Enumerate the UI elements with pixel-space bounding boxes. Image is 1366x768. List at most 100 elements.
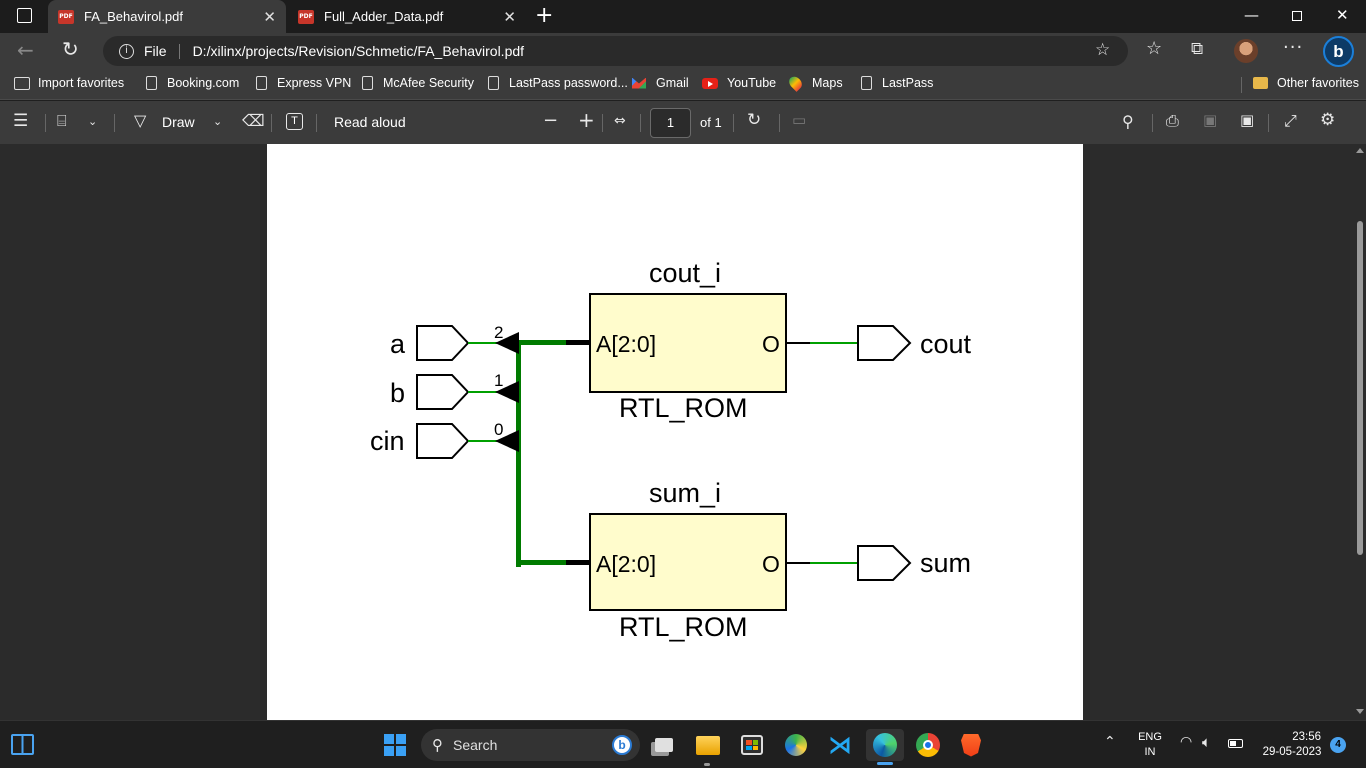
edge-dev-icon[interactable] — [780, 729, 812, 761]
vscode-icon[interactable]: ⋊ — [824, 729, 856, 761]
favorite-maps[interactable]: Maps — [786, 74, 843, 92]
page-icon — [861, 76, 872, 90]
input-port-a[interactable]: a 2 — [390, 323, 519, 361]
close-tab-icon[interactable]: ✕ — [263, 8, 276, 26]
taskbar-search[interactable]: ⚲ Search b — [421, 729, 640, 761]
block-type-label: RTL_ROM — [619, 612, 748, 642]
minimize-icon[interactable]: — — [1244, 6, 1259, 24]
tab-fa-behavirol[interactable]: PDF FA_Behavirol.pdf ✕ — [48, 0, 286, 33]
tab-bar: PDF FA_Behavirol.pdf ✕ PDF Full_Adder_Da… — [0, 0, 1366, 33]
favorite-lastpass-password[interactable]: LastPass password... — [488, 76, 628, 90]
favorite-booking[interactable]: Booking.com — [146, 76, 239, 90]
wifi-icon[interactable]: ◠ — [1180, 734, 1192, 750]
chevron-up-icon[interactable]: ⌃ — [1104, 734, 1116, 750]
divider — [1152, 114, 1153, 132]
battery-icon[interactable] — [1228, 739, 1243, 748]
rom-block-cout[interactable]: cout_i A[2:0] O RTL_ROM — [589, 258, 787, 423]
divider — [271, 114, 272, 132]
draw-button[interactable]: Draw — [162, 114, 195, 130]
page-number-input[interactable]: 1 — [650, 108, 691, 138]
profile-avatar[interactable] — [1234, 39, 1258, 63]
tab-actions-icon[interactable] — [17, 8, 32, 23]
divider — [1268, 114, 1269, 132]
output-port-cout[interactable]: cout — [786, 325, 972, 361]
chrome-icon[interactable] — [912, 729, 944, 761]
favorite-lastpass[interactable]: LastPass — [861, 76, 933, 90]
zoom-in-icon[interactable]: + — [578, 108, 595, 132]
input-port-b[interactable]: b 1 — [390, 371, 519, 410]
file-explorer-icon[interactable] — [692, 729, 724, 761]
favorite-import[interactable]: Import favorites — [14, 76, 124, 90]
task-view-icon[interactable] — [648, 729, 680, 761]
other-favorites[interactable]: Other favorites — [1253, 76, 1359, 90]
scroll-thumb[interactable] — [1357, 221, 1363, 555]
microsoft-store-icon[interactable] — [736, 729, 768, 761]
zoom-out-icon[interactable]: − — [543, 110, 558, 131]
print-icon[interactable]: ⎙ — [1166, 111, 1179, 131]
input-port-cin[interactable]: cin 0 — [370, 420, 519, 459]
more-icon[interactable]: ··· — [1283, 37, 1303, 58]
brave-icon[interactable] — [955, 729, 987, 761]
url-divider — [179, 44, 180, 59]
eraser-icon[interactable]: ⌫ — [242, 111, 265, 130]
close-window-icon[interactable]: ✕ — [1336, 6, 1349, 24]
pin-label-o: O — [762, 551, 780, 577]
collections-icon[interactable]: ⧉ — [1191, 39, 1203, 59]
output-port-sum[interactable]: sum — [786, 545, 971, 581]
favorite-youtube[interactable]: YouTube — [702, 76, 776, 90]
bing-icon: b — [612, 735, 632, 755]
text-icon[interactable]: T — [286, 113, 303, 130]
rotate-icon[interactable]: ↻ — [747, 110, 761, 130]
chevron-down-icon[interactable]: ⌄ — [88, 115, 97, 128]
contents-icon[interactable]: ☰ — [13, 111, 28, 131]
refresh-icon[interactable]: ↻ — [62, 37, 79, 61]
instance-label-cout-i: cout_i — [649, 258, 721, 288]
save-icon[interactable]: ▣ — [1203, 111, 1217, 129]
favorite-express-vpn[interactable]: Express VPN — [256, 76, 351, 90]
page-total: of 1 — [700, 115, 722, 130]
input-label-b: b — [390, 378, 405, 408]
highlight-icon[interactable]: ⌸ — [57, 111, 67, 131]
close-tab-icon[interactable]: ✕ — [503, 8, 516, 26]
chevron-down-icon[interactable]: ⌄ — [213, 115, 222, 128]
divider — [779, 114, 780, 132]
divider — [733, 114, 734, 132]
url-scheme: File — [144, 43, 167, 59]
taskbar: ⚲ Search b ⋊ ⌃ ENG IN ◠ 🔈︎ 23:56 29-05-2… — [0, 720, 1366, 768]
add-favorite-icon[interactable]: ☆ — [1095, 40, 1110, 60]
language-indicator[interactable]: ENG IN — [1135, 730, 1165, 760]
search-icon[interactable]: ⚲ — [1122, 112, 1134, 131]
info-icon[interactable]: i — [119, 43, 134, 59]
scroll-down-icon[interactable] — [1356, 709, 1364, 714]
fit-page-icon[interactable]: ⇔ — [614, 113, 626, 129]
divider — [640, 114, 641, 132]
vertical-scrollbar[interactable] — [1353, 144, 1366, 720]
restore-icon[interactable] — [1292, 11, 1302, 21]
bing-icon[interactable]: b — [1323, 36, 1354, 67]
settings-icon[interactable]: ⚙ — [1320, 110, 1335, 130]
scroll-up-icon[interactable] — [1356, 148, 1364, 153]
favorite-gmail[interactable]: Gmail — [632, 76, 689, 90]
draw-icon[interactable]: ▽ — [134, 111, 146, 130]
schematic-diagram: a 2 b 1 cin 0 cout_i A[2:0] O RTL_ROM co… — [370, 258, 972, 642]
fullscreen-icon[interactable]: ⤢ — [1284, 111, 1297, 131]
save-as-icon[interactable]: ▣ — [1240, 111, 1254, 129]
volume-icon[interactable]: 🔈︎ — [1202, 733, 1211, 751]
new-tab-icon[interactable]: + — [535, 3, 553, 28]
url-field[interactable]: i File D:/xilinx/projects/Revision/Schme… — [103, 36, 1128, 66]
back-icon[interactable]: ← — [17, 38, 34, 62]
read-aloud-button[interactable]: Read aloud — [334, 114, 406, 130]
page-view-icon[interactable]: ▭ — [792, 111, 806, 129]
notification-badge[interactable]: 4 — [1330, 737, 1346, 753]
start-icon[interactable] — [384, 734, 406, 756]
favorite-mcafee[interactable]: McAfee Security — [362, 76, 474, 90]
widgets-icon[interactable] — [11, 734, 34, 755]
tab-full-adder-data[interactable]: PDF Full_Adder_Data.pdf ✕ — [288, 0, 526, 33]
pdf-icon: PDF — [58, 9, 74, 24]
address-bar: ← ↻ i File D:/xilinx/projects/Revision/S… — [0, 33, 1366, 69]
edge-icon[interactable] — [866, 729, 904, 761]
pdf-viewer: a 2 b 1 cin 0 cout_i A[2:0] O RTL_ROM co… — [0, 144, 1366, 720]
clock[interactable]: 23:56 29-05-2023 — [1257, 730, 1327, 760]
favorites-icon[interactable]: ☆ — [1146, 38, 1162, 59]
rom-block-sum[interactable]: sum_i A[2:0] O RTL_ROM — [589, 478, 787, 642]
